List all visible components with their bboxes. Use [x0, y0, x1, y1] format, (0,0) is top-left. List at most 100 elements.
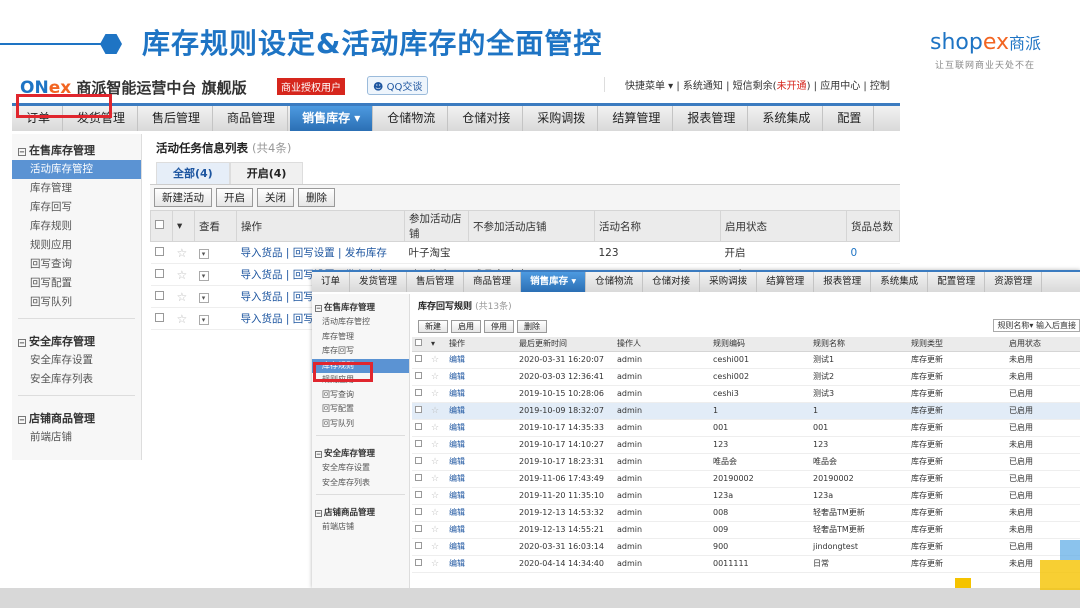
- row-checkbox[interactable]: [412, 402, 428, 420]
- nav-tab[interactable]: 售后管理: [407, 272, 465, 292]
- search-input[interactable]: 规则名称▾ 输入后直接: [993, 319, 1080, 332]
- row-checkbox[interactable]: [412, 538, 428, 556]
- enable-button[interactable]: 开启: [216, 188, 253, 207]
- view-dropdown-icon[interactable]: ▾: [194, 263, 237, 286]
- sidebar-group[interactable]: − 在售库存管理: [312, 294, 409, 315]
- row-checkbox[interactable]: [412, 436, 428, 454]
- edit-link[interactable]: 编辑: [446, 470, 516, 488]
- star-icon[interactable]: ☆: [428, 521, 446, 539]
- star-icon[interactable]: ☆: [428, 538, 446, 556]
- nav-tab[interactable]: 报表管理: [814, 272, 872, 292]
- delete-button[interactable]: 删除: [517, 320, 547, 333]
- sidebar-item[interactable]: 回写配置: [312, 402, 409, 417]
- star-icon[interactable]: ☆: [428, 555, 446, 573]
- nav-tab[interactable]: 系统集成: [750, 106, 824, 131]
- row-checkbox[interactable]: [412, 487, 428, 505]
- row-checkbox[interactable]: [412, 419, 428, 437]
- sidebar-item[interactable]: 库存回写: [12, 198, 141, 217]
- star-icon[interactable]: ☆: [428, 487, 446, 505]
- nav-tab[interactable]: 发货管理: [350, 272, 408, 292]
- nav-tab[interactable]: 系统集成: [871, 272, 929, 292]
- sidebar-item[interactable]: 回写配置: [12, 274, 141, 293]
- sidebar-item[interactable]: 前端店铺: [312, 520, 409, 535]
- sidebar-item[interactable]: 回写查询: [312, 388, 409, 403]
- sidebar-group[interactable]: − 安全库存管理: [12, 325, 141, 351]
- row-checkbox[interactable]: [412, 368, 428, 386]
- edit-link[interactable]: 编辑: [446, 453, 516, 471]
- nav-tab[interactable]: 商品管理: [464, 272, 522, 292]
- edit-link[interactable]: 编辑: [446, 487, 516, 505]
- new-activity-button[interactable]: 新建活动: [154, 188, 212, 207]
- star-icon[interactable]: ☆: [172, 307, 195, 330]
- sort-icon[interactable]: ▾: [428, 337, 446, 352]
- nav-tab[interactable]: 仓储对接: [643, 272, 701, 292]
- star-icon[interactable]: ☆: [428, 402, 446, 420]
- delete-button[interactable]: 删除: [298, 188, 335, 207]
- star-icon[interactable]: ☆: [428, 470, 446, 488]
- nav-tab-active[interactable]: 销售库存 ▾: [290, 106, 374, 131]
- sidebar-item[interactable]: 规则应用: [12, 236, 141, 255]
- nav-tab-active[interactable]: 销售库存 ▾: [521, 272, 587, 292]
- sidebar-group[interactable]: − 在售库存管理: [12, 134, 141, 160]
- enable-button[interactable]: 启用: [451, 320, 481, 333]
- edit-link[interactable]: 编辑: [446, 521, 516, 539]
- row-operations[interactable]: 导入货品 | 回写设置 | 发布库存: [236, 241, 405, 264]
- star-icon[interactable]: ☆: [428, 351, 446, 369]
- new-button[interactable]: 新建: [418, 320, 448, 333]
- tab-all[interactable]: 全部(4): [156, 162, 230, 184]
- star-icon[interactable]: ☆: [428, 385, 446, 403]
- sidebar-item-activity-stock[interactable]: 活动库存管控: [12, 160, 141, 179]
- edit-link[interactable]: 编辑: [446, 419, 516, 437]
- nav-tab[interactable]: 结算管理: [757, 272, 815, 292]
- sort-icon[interactable]: ▾: [172, 210, 195, 242]
- view-dropdown-icon[interactable]: ▾: [194, 285, 237, 308]
- sidebar-item[interactable]: 安全库存设置: [312, 461, 409, 476]
- tab-enabled[interactable]: 开启(4): [229, 162, 304, 184]
- edit-link[interactable]: 编辑: [446, 368, 516, 386]
- row-checkbox[interactable]: [150, 307, 173, 330]
- nav-tab[interactable]: 报表管理: [675, 106, 749, 131]
- row-checkbox[interactable]: [150, 241, 173, 264]
- edit-link[interactable]: 编辑: [446, 538, 516, 556]
- sidebar-item[interactable]: 回写查询: [12, 255, 141, 274]
- row-checkbox[interactable]: [412, 555, 428, 573]
- nav-tab[interactable]: 订单: [312, 272, 351, 292]
- star-icon[interactable]: ☆: [428, 419, 446, 437]
- edit-link[interactable]: 编辑: [446, 504, 516, 522]
- select-all-checkbox[interactable]: [150, 210, 173, 242]
- edit-link[interactable]: 编辑: [446, 555, 516, 573]
- row-checkbox[interactable]: [412, 453, 428, 471]
- sidebar-item[interactable]: 库存规则: [12, 217, 141, 236]
- edit-link[interactable]: 编辑: [446, 351, 516, 369]
- sidebar-item[interactable]: 库存管理: [312, 330, 409, 345]
- sidebar-item[interactable]: 安全库存设置: [12, 351, 141, 370]
- row-checkbox[interactable]: [412, 504, 428, 522]
- edit-link[interactable]: 编辑: [446, 436, 516, 454]
- row-checkbox[interactable]: [412, 351, 428, 369]
- star-icon[interactable]: ☆: [428, 453, 446, 471]
- qq-chat-button[interactable]: ☻ QQ交谈: [367, 76, 429, 95]
- sidebar-item[interactable]: 前端店铺: [12, 428, 141, 447]
- nav-tab[interactable]: 仓储物流: [586, 272, 644, 292]
- nav-tab[interactable]: 仓储物流: [375, 106, 449, 131]
- cell-total[interactable]: 0: [846, 241, 900, 264]
- close-button[interactable]: 关闭: [257, 188, 294, 207]
- star-icon[interactable]: ☆: [428, 436, 446, 454]
- disable-button[interactable]: 停用: [484, 320, 514, 333]
- sidebar-item[interactable]: 安全库存列表: [12, 370, 141, 389]
- row-checkbox[interactable]: [150, 263, 173, 286]
- sidebar-item[interactable]: 回写队列: [12, 293, 141, 312]
- nav-tab[interactable]: 采购调拨: [700, 272, 758, 292]
- nav-tab[interactable]: 配置管理: [928, 272, 986, 292]
- nav-tab[interactable]: 采购调拨: [525, 106, 599, 131]
- top-links[interactable]: 快捷菜单 ▾ | 系统通知 | 短信剩余(未开通) | 应用中心 | 控制: [604, 77, 900, 92]
- nav-tab[interactable]: 结算管理: [600, 106, 674, 131]
- star-icon[interactable]: ☆: [428, 504, 446, 522]
- star-icon[interactable]: ☆: [172, 241, 195, 264]
- sidebar-item[interactable]: 回写队列: [312, 417, 409, 432]
- sidebar-item[interactable]: 活动库存管控: [312, 315, 409, 330]
- view-dropdown-icon[interactable]: ▾: [194, 307, 237, 330]
- nav-tab[interactable]: 售后管理: [140, 106, 214, 131]
- star-icon[interactable]: ☆: [172, 285, 195, 308]
- sidebar-group[interactable]: − 店铺商品管理: [312, 499, 409, 520]
